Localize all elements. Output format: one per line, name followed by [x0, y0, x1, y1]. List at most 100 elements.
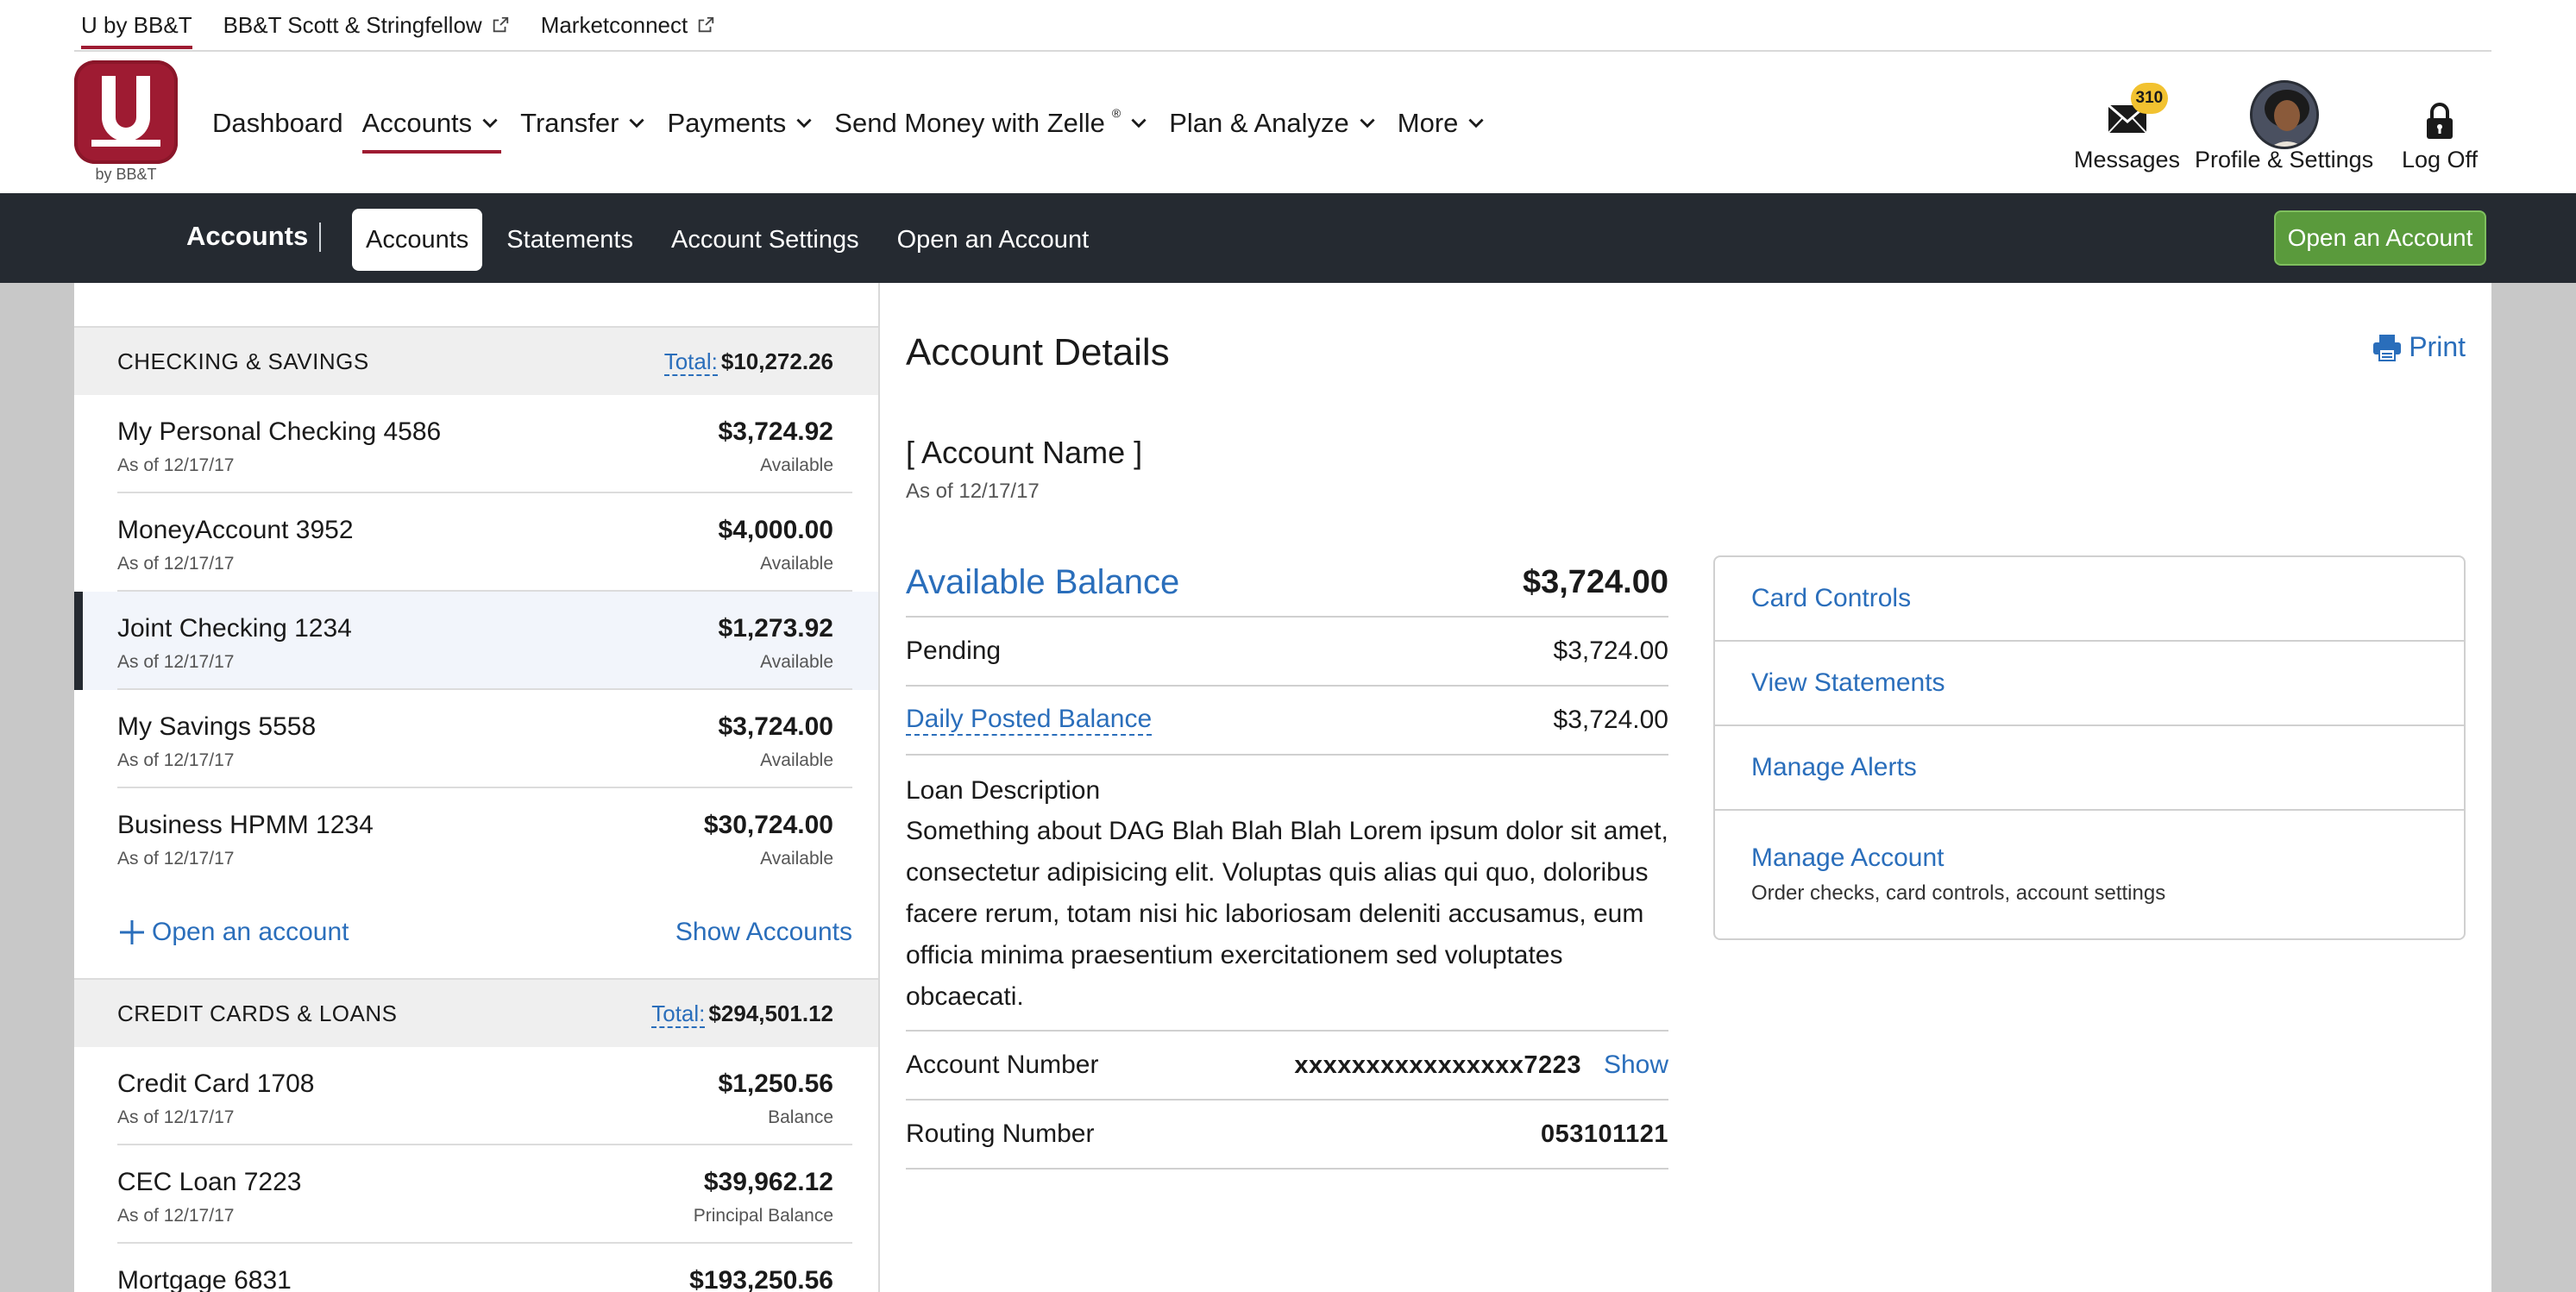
- tab-open-an-account[interactable]: Open an Account: [883, 209, 1103, 271]
- account-row-selected[interactable]: Joint Checking 1234 As of 12/17/17 $1,27…: [74, 592, 878, 690]
- account-amount-label: Balance: [768, 1107, 833, 1127]
- show-accounts-link[interactable]: Show Accounts: [675, 918, 852, 947]
- page-title: Account Details: [906, 331, 1170, 373]
- section-total: Total: $10,272.26: [663, 348, 833, 376]
- subnav-tabs: Accounts Statements Account Settings Ope…: [352, 209, 1113, 271]
- top-links-bar: U by BB&T BB&T Scott & Stringfellow Mark…: [74, 0, 2491, 52]
- account-number-value: xxxxxxxxxxxxxxxx7223: [1294, 1051, 1581, 1079]
- available-balance-value: $3,724.00: [1522, 563, 1668, 600]
- section-label: CREDIT CARDS & LOANS: [117, 1000, 398, 1026]
- toplink-marketconnect[interactable]: Marketconnect: [541, 0, 716, 51]
- account-row[interactable]: Mortgage 6831 $193,250.56: [74, 1244, 878, 1292]
- print-button[interactable]: Print: [2372, 331, 2466, 363]
- messages-count-badge: 310: [2130, 83, 2169, 114]
- manage-account-link[interactable]: Manage Account Order checks, card contro…: [1715, 811, 2464, 938]
- log-off-button[interactable]: Log Off: [2402, 83, 2478, 173]
- nav-payments[interactable]: Payments: [667, 93, 815, 154]
- account-name: Business HPMM 1234: [117, 811, 374, 839]
- account-row[interactable]: My Savings 5558 As of 12/17/17 $3,724.00…: [74, 690, 878, 788]
- account-asof: As of 12/17/17: [117, 750, 235, 770]
- avatar: [2249, 80, 2319, 149]
- total-value: $294,501.12: [708, 1000, 833, 1026]
- account-row[interactable]: Credit Card 1708 As of 12/17/17 $1,250.5…: [74, 1047, 878, 1145]
- tab-statements[interactable]: Statements: [493, 209, 647, 271]
- view-statements-link[interactable]: View Statements: [1715, 642, 2464, 726]
- toplink-u-by-bbt[interactable]: U by BB&T: [74, 0, 192, 51]
- balance-list: Available Balance $3,724.00 Pending $3,7…: [906, 549, 1668, 1170]
- loan-description: Loan Description Something about DAG Bla…: [906, 756, 1668, 1032]
- plus-icon: [120, 920, 144, 944]
- account-asof: As of 12/17/17: [117, 1107, 235, 1127]
- account-amount: $1,250.56: [718, 1069, 833, 1098]
- account-row[interactable]: Business HPMM 1234 As of 12/17/17 $30,72…: [74, 788, 878, 887]
- total-tooltip-link[interactable]: Total:: [651, 1000, 706, 1028]
- chevron-down-icon: [1131, 118, 1147, 129]
- account-number-row: Account Number xxxxxxxxxxxxxxxx7223 Show: [906, 1032, 1668, 1101]
- main-nav: Dashboard Accounts Transfer Payments Sen…: [212, 93, 1506, 154]
- lock-icon: [2427, 103, 2453, 139]
- pending-value: $3,724.00: [1553, 637, 1668, 665]
- open-an-account-button[interactable]: Open an Account: [2274, 210, 2486, 266]
- open-an-account-link[interactable]: Open an account: [117, 918, 349, 947]
- account-name: MoneyAccount 3952: [117, 516, 354, 544]
- account-amount: $1,273.92: [718, 614, 833, 643]
- checking-savings-header: CHECKING & SAVINGS Total: $10,272.26: [74, 326, 878, 395]
- toplink-scott-stringfellow[interactable]: BB&T Scott & Stringfellow: [223, 0, 510, 51]
- account-row[interactable]: CEC Loan 7223 As of 12/17/17 $39,962.12 …: [74, 1145, 878, 1244]
- pending-row: Pending $3,724.00: [906, 618, 1668, 687]
- tab-accounts[interactable]: Accounts: [352, 209, 483, 271]
- account-name: Mortgage 6831: [117, 1266, 292, 1292]
- messages-button[interactable]: 310 Messages: [2074, 83, 2180, 173]
- profile-settings-button[interactable]: Profile & Settings: [2195, 80, 2373, 173]
- account-amount-label: Available: [760, 652, 833, 672]
- account-amount: $193,250.56: [689, 1266, 833, 1292]
- chevron-down-icon: [482, 118, 498, 129]
- chevron-down-icon: [1360, 118, 1375, 129]
- account-row[interactable]: My Personal Checking 4586 As of 12/17/17…: [74, 395, 878, 493]
- card-controls-link[interactable]: Card Controls: [1715, 557, 2464, 642]
- account-amount-label: Available: [760, 554, 833, 574]
- pending-label: Pending: [906, 637, 1002, 665]
- daily-posted-value: $3,724.00: [1553, 706, 1668, 734]
- nav-transfer[interactable]: Transfer: [520, 93, 648, 154]
- daily-posted-balance-link[interactable]: Daily Posted Balance: [906, 705, 1153, 736]
- section-total: Total: $294,501.12: [651, 1000, 833, 1028]
- nav-plan-analyze[interactable]: Plan & Analyze: [1169, 93, 1379, 154]
- account-amount-label: Principal Balance: [693, 1206, 833, 1226]
- profile-photo: [2252, 83, 2316, 147]
- routing-number-value: 053101121: [1540, 1120, 1668, 1148]
- account-asof: As of 12/17/17: [906, 480, 1040, 503]
- chevron-down-icon: [796, 118, 812, 129]
- external-link-icon: [493, 16, 508, 33]
- show-account-number-link[interactable]: Show: [1604, 1051, 1668, 1080]
- account-number-label: Account Number: [906, 1051, 1099, 1079]
- chevron-down-icon: [629, 118, 645, 129]
- site-header: U by BB&T BB&T Scott & Stringfellow Mark…: [0, 0, 2576, 193]
- account-amount: $3,724.92: [718, 417, 833, 446]
- subnav-divider: [319, 223, 321, 252]
- account-name: My Savings 5558: [117, 712, 317, 741]
- chevron-down-icon: [1468, 118, 1484, 129]
- daily-posted-row: Daily Posted Balance $3,724.00: [906, 687, 1668, 756]
- available-balance-label: Available Balance: [906, 562, 1180, 601]
- account-amount-label: Available: [760, 750, 833, 770]
- bbt-logo[interactable]: by BB&T: [74, 60, 178, 183]
- nav-accounts[interactable]: Accounts: [361, 93, 502, 154]
- loan-description-title: Loan Description: [906, 776, 1101, 805]
- account-amount: $30,724.00: [703, 811, 833, 839]
- nav-more[interactable]: More: [1398, 93, 1488, 154]
- tab-account-settings[interactable]: Account Settings: [657, 209, 873, 271]
- account-amount: $3,724.00: [718, 712, 833, 741]
- manage-alerts-link[interactable]: Manage Alerts: [1715, 726, 2464, 811]
- main-content: CHECKING & SAVINGS Total: $10,272.26 My P…: [74, 283, 2491, 1292]
- account-asof: As of 12/17/17: [117, 652, 235, 672]
- nav-dashboard[interactable]: Dashboard: [212, 93, 343, 154]
- total-tooltip-link[interactable]: Total:: [663, 348, 718, 376]
- account-asof: As of 12/17/17: [117, 1206, 235, 1226]
- accounts-subnav: Accounts Accounts Statements Account Set…: [0, 193, 2576, 283]
- account-name: Credit Card 1708: [117, 1069, 315, 1098]
- account-name: CEC Loan 7223: [117, 1168, 302, 1196]
- subnav-title: Accounts: [186, 221, 309, 251]
- account-row[interactable]: MoneyAccount 3952 As of 12/17/17 $4,000.…: [74, 493, 878, 592]
- nav-zelle[interactable]: Send Money with Zelle ®: [834, 93, 1150, 154]
